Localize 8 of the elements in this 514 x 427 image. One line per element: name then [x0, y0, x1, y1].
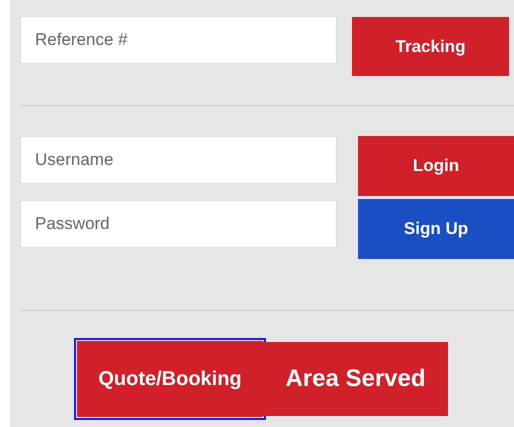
- sign-up-button[interactable]: Sign Up: [358, 199, 514, 259]
- username-field[interactable]: Username: [20, 136, 337, 184]
- tracking-button[interactable]: Tracking: [352, 17, 509, 76]
- area-served-button[interactable]: Area Served: [263, 342, 448, 416]
- quote-button[interactable]: Quote/Booking: [77, 341, 263, 417]
- login-button[interactable]: Login: [358, 136, 514, 196]
- password-field[interactable]: Password: [20, 200, 337, 248]
- reference-field[interactable]: Reference #: [20, 16, 337, 64]
